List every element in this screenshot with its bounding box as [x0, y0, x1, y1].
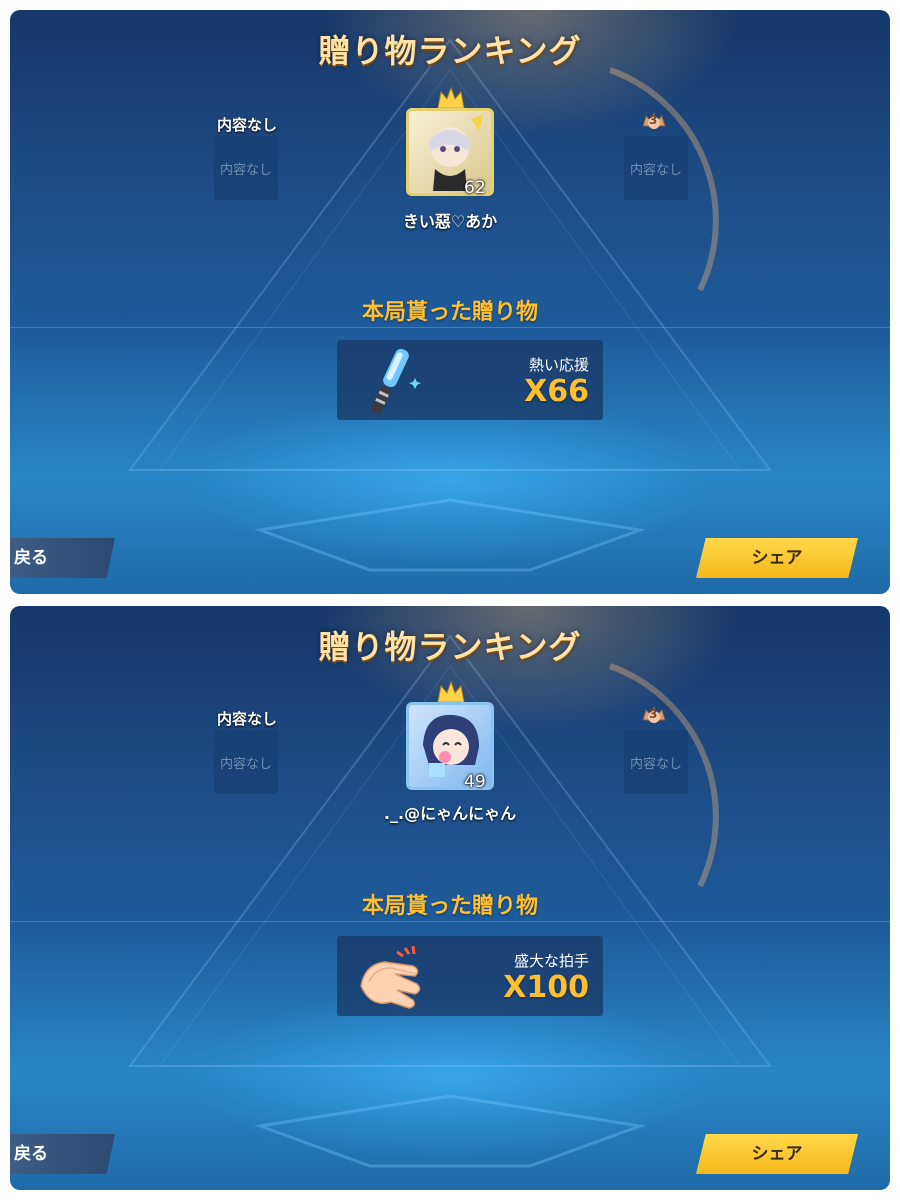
winner-name: きい惡♡あか — [402, 212, 498, 231]
page-title: 贈り物ランキング — [318, 628, 582, 666]
rank3-empty-slot: 内容なし — [624, 730, 688, 794]
rank3-empty-slot: 内容なし — [624, 136, 688, 200]
rank2-empty-slot: 内容なし — [214, 730, 278, 794]
gift-ranking-panel-1: 贈り物ランキング 内容なし 内容なし 3 内容なし 62 きい惡♡あか 本局貰っ… — [10, 10, 890, 594]
rank3-number: 3 — [649, 113, 658, 127]
gift-name: 盛大な拍手 — [513, 952, 589, 970]
gift-count: X100 — [503, 970, 589, 1005]
gift-card: 熱い応援 X66 — [337, 340, 603, 420]
clapping-hands-icon — [360, 945, 421, 1009]
gift-count: X66 — [524, 374, 589, 409]
section-title: 本局貰った贈り物 — [361, 300, 538, 325]
share-button[interactable]: シェア — [696, 1134, 858, 1174]
glow-stick-icon — [370, 348, 421, 415]
winner-name: ._.@にゃんにゃん — [383, 804, 517, 823]
back-button[interactable]: 戻る — [10, 538, 115, 578]
rank2-label: 内容なし — [217, 116, 278, 134]
gift-card: 盛大な拍手 X100 — [337, 936, 603, 1016]
section-divider — [10, 921, 890, 922]
page-title: 贈り物ランキング — [318, 32, 582, 70]
share-button[interactable]: シェア — [696, 538, 858, 578]
section-title: 本局貰った贈り物 — [361, 894, 538, 919]
winner-level: 49 — [464, 772, 486, 792]
back-button[interactable]: 戻る — [10, 1134, 115, 1174]
gift-name: 熱い応援 — [528, 356, 589, 374]
section-divider — [10, 327, 890, 328]
winner-level: 62 — [464, 178, 486, 198]
gift-ranking-panel-2: 贈り物ランキング 内容なし 内容なし 3 内容なし 49 ._.@にゃんにゃん … — [10, 606, 890, 1190]
rank2-label: 内容なし — [217, 710, 278, 728]
rank3-number: 3 — [649, 707, 658, 721]
rank2-empty-slot: 内容なし — [214, 136, 278, 200]
